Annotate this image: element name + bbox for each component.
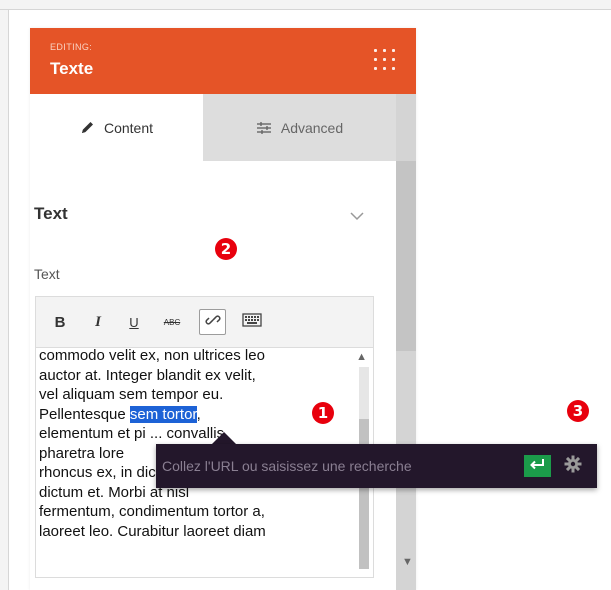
enter-return-icon: [530, 457, 545, 475]
section-title: Text: [34, 204, 68, 223]
scroll-down-arrow-icon[interactable]: ▼: [402, 556, 413, 568]
annotation-marker-2: 2: [215, 238, 237, 260]
field-label: Text: [34, 266, 60, 282]
annotation-marker-1: 1: [312, 402, 334, 424]
link-popup: [156, 444, 597, 488]
tab-bar: Content Advanced: [30, 94, 416, 161]
link-options-button[interactable]: [562, 455, 584, 477]
popup-pointer: [212, 432, 236, 444]
tab-advanced[interactable]: Advanced: [203, 94, 396, 161]
link-button[interactable]: [199, 309, 226, 335]
annotation-marker-3: 3: [567, 400, 589, 422]
sliders-icon: [256, 121, 272, 135]
tab-content[interactable]: Content: [30, 94, 203, 161]
underline-button[interactable]: U: [124, 309, 144, 335]
editor-scrollbar-thumb[interactable]: [359, 419, 369, 569]
scroll-up-arrow-icon[interactable]: ▲: [356, 351, 367, 363]
editor-panel: EDITING: Texte Content Advanced Text Tex…: [30, 28, 416, 590]
selected-text[interactable]: sem tortor: [129, 405, 197, 423]
toolbar-toggle-button[interactable]: [239, 309, 265, 335]
panel-title: Texte: [50, 59, 94, 78]
strikethrough-button[interactable]: ABC: [160, 309, 184, 335]
keyboard-icon: [242, 312, 262, 332]
tab-content-label: Content: [103, 119, 154, 136]
panel-header: EDITING: Texte: [30, 28, 416, 94]
apply-link-button[interactable]: [524, 455, 551, 477]
chevron-down-icon[interactable]: [350, 208, 364, 226]
gear-icon: [564, 455, 582, 478]
italic-button[interactable]: I: [88, 309, 108, 335]
editor-toolbar: B I U ABC: [36, 297, 373, 348]
bold-button[interactable]: B: [50, 309, 70, 335]
grid-dots-icon[interactable]: [372, 47, 398, 73]
window-frame-left: [0, 10, 9, 590]
url-search-input[interactable]: [162, 450, 547, 482]
panel-scrollbar-thumb[interactable]: [396, 161, 416, 351]
window-frame-top: [0, 0, 611, 10]
link-icon: [204, 312, 221, 332]
rich-text-editor[interactable]: B I U ABC commodo velit ex, non ultrices…: [35, 296, 374, 578]
pencil-icon: [80, 120, 95, 135]
editing-label: EDITING:: [50, 42, 93, 52]
tab-advanced-label: Advanced: [280, 119, 344, 136]
